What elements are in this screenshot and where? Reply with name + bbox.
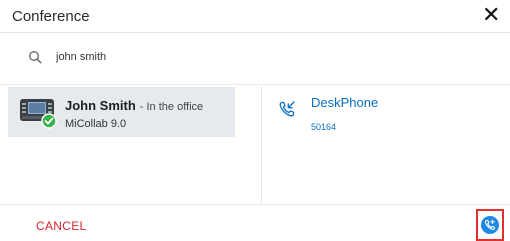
call-button-highlight xyxy=(476,209,504,241)
contact-status: - In the office xyxy=(139,101,204,113)
search-input[interactable] xyxy=(56,47,476,67)
contact-item-john-smith[interactable]: John Smith - In the office MiCollab 9.0 xyxy=(8,87,235,137)
presence-available-icon xyxy=(41,113,57,129)
device-list: DeskPhone 50164 xyxy=(263,86,510,204)
incoming-call-icon[interactable] xyxy=(278,100,296,118)
contact-list: John Smith - In the office MiCollab 9.0 xyxy=(0,86,262,204)
device-number[interactable]: 50164 xyxy=(311,122,336,132)
contact-app: MiCollab 9.0 xyxy=(65,118,127,130)
add-call-button[interactable] xyxy=(481,216,499,234)
desk-phone-avatar-icon xyxy=(20,99,57,129)
add-call-icon xyxy=(484,219,495,230)
dialog-header: Conference ✕ xyxy=(0,0,510,33)
search-bar xyxy=(0,33,510,85)
close-icon[interactable]: ✕ xyxy=(482,4,500,26)
cancel-button[interactable]: CANCEL xyxy=(36,219,86,233)
dialog-footer: CANCEL xyxy=(0,204,510,241)
search-icon xyxy=(29,51,42,64)
device-name[interactable]: DeskPhone xyxy=(311,95,378,110)
contact-name: John Smith - In the office xyxy=(65,98,203,113)
contact-name-text: John Smith xyxy=(65,98,136,113)
dialog-title: Conference xyxy=(12,8,90,25)
